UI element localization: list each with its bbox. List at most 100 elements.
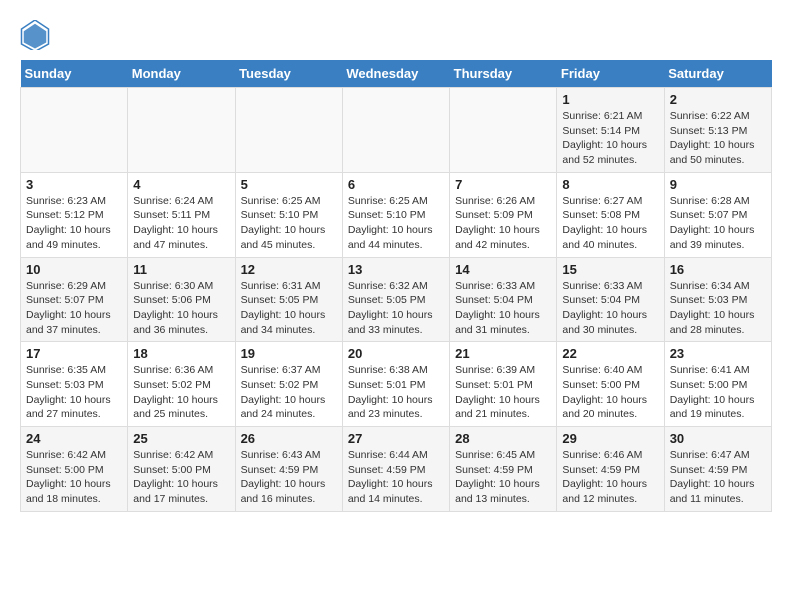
- calendar-cell: 17 Sunrise: 6:35 AMSunset: 5:03 PMDayligh…: [21, 342, 128, 427]
- day-detail: Sunrise: 6:31 AMSunset: 5:05 PMDaylight:…: [241, 279, 337, 338]
- day-detail: Sunrise: 6:35 AMSunset: 5:03 PMDaylight:…: [26, 363, 122, 422]
- weekday-header-sunday: Sunday: [21, 60, 128, 88]
- calendar-cell: 1 Sunrise: 6:21 AMSunset: 5:14 PMDaylight…: [557, 88, 664, 173]
- weekday-header-wednesday: Wednesday: [342, 60, 449, 88]
- weekday-header-friday: Friday: [557, 60, 664, 88]
- day-number: 5: [241, 177, 337, 192]
- calendar-cell: 6Sunrise: 6:25 AMSunset: 5:10 PMDaylight…: [342, 172, 449, 257]
- day-number: 7: [455, 177, 551, 192]
- day-detail: Sunrise: 6:23 AMSunset: 5:12 PMDaylight:…: [26, 194, 122, 253]
- weekday-header-tuesday: Tuesday: [235, 60, 342, 88]
- day-number: 24: [26, 431, 122, 446]
- calendar-cell: 26 Sunrise: 6:43 AMSunset: 4:59 PMDayligh…: [235, 427, 342, 512]
- day-number: 26: [241, 431, 337, 446]
- calendar-cell: 9 Sunrise: 6:28 AMSunset: 5:07 PMDaylight…: [664, 172, 771, 257]
- day-number: 15: [562, 262, 658, 277]
- day-detail: Sunrise: 6:21 AMSunset: 5:14 PMDaylight:…: [562, 109, 658, 168]
- day-number: 11: [133, 262, 229, 277]
- calendar-cell: 13 Sunrise: 6:32 AMSunset: 5:05 PMDayligh…: [342, 257, 449, 342]
- day-number: 20: [348, 346, 444, 361]
- calendar-cell: 4 Sunrise: 6:24 AMSunset: 5:11 PMDaylight…: [128, 172, 235, 257]
- day-number: 6: [348, 177, 444, 192]
- day-detail: Sunrise: 6:40 AMSunset: 5:00 PMDaylight:…: [562, 363, 658, 422]
- weekday-header-row: SundayMondayTuesdayWednesdayThursdayFrid…: [21, 60, 772, 88]
- calendar-cell: 21Sunrise: 6:39 AMSunset: 5:01 PMDayligh…: [450, 342, 557, 427]
- day-number: 9: [670, 177, 766, 192]
- weekday-header-saturday: Saturday: [664, 60, 771, 88]
- day-number: 1: [562, 92, 658, 107]
- day-number: 16: [670, 262, 766, 277]
- calendar-cell: 30Sunrise: 6:47 AMSunset: 4:59 PMDayligh…: [664, 427, 771, 512]
- day-detail: Sunrise: 6:33 AMSunset: 5:04 PMDaylight:…: [562, 279, 658, 338]
- logo: [20, 20, 54, 50]
- calendar-cell: 25Sunrise: 6:42 AMSunset: 5:00 PMDayligh…: [128, 427, 235, 512]
- calendar-cell: 20Sunrise: 6:38 AMSunset: 5:01 PMDayligh…: [342, 342, 449, 427]
- calendar-week-2: 3 Sunrise: 6:23 AMSunset: 5:12 PMDaylight…: [21, 172, 772, 257]
- calendar-body: 1 Sunrise: 6:21 AMSunset: 5:14 PMDaylight…: [21, 88, 772, 512]
- day-detail: Sunrise: 6:39 AMSunset: 5:01 PMDaylight:…: [455, 363, 551, 422]
- calendar-cell: 2Sunrise: 6:22 AMSunset: 5:13 PMDaylight…: [664, 88, 771, 173]
- day-detail: Sunrise: 6:34 AMSunset: 5:03 PMDaylight:…: [670, 279, 766, 338]
- day-detail: Sunrise: 6:37 AMSunset: 5:02 PMDaylight:…: [241, 363, 337, 422]
- day-number: 12: [241, 262, 337, 277]
- day-number: 2: [670, 92, 766, 107]
- calendar-cell: 18Sunrise: 6:36 AMSunset: 5:02 PMDayligh…: [128, 342, 235, 427]
- calendar-cell: 5 Sunrise: 6:25 AMSunset: 5:10 PMDaylight…: [235, 172, 342, 257]
- day-detail: Sunrise: 6:25 AMSunset: 5:10 PMDaylight:…: [241, 194, 337, 253]
- calendar-cell: [450, 88, 557, 173]
- day-detail: Sunrise: 6:26 AMSunset: 5:09 PMDaylight:…: [455, 194, 551, 253]
- calendar-cell: 19Sunrise: 6:37 AMSunset: 5:02 PMDayligh…: [235, 342, 342, 427]
- calendar-cell: 16 Sunrise: 6:34 AMSunset: 5:03 PMDayligh…: [664, 257, 771, 342]
- calendar-week-3: 10 Sunrise: 6:29 AMSunset: 5:07 PMDayligh…: [21, 257, 772, 342]
- day-number: 14: [455, 262, 551, 277]
- day-detail: Sunrise: 6:42 AMSunset: 5:00 PMDaylight:…: [26, 448, 122, 507]
- day-number: 4: [133, 177, 229, 192]
- day-number: 29: [562, 431, 658, 446]
- day-number: 10: [26, 262, 122, 277]
- calendar-cell: 7 Sunrise: 6:26 AMSunset: 5:09 PMDaylight…: [450, 172, 557, 257]
- day-detail: Sunrise: 6:28 AMSunset: 5:07 PMDaylight:…: [670, 194, 766, 253]
- day-number: 22: [562, 346, 658, 361]
- day-detail: Sunrise: 6:41 AMSunset: 5:00 PMDaylight:…: [670, 363, 766, 422]
- day-number: 28: [455, 431, 551, 446]
- calendar-cell: 22 Sunrise: 6:40 AMSunset: 5:00 PMDayligh…: [557, 342, 664, 427]
- calendar-cell: [21, 88, 128, 173]
- day-detail: Sunrise: 6:32 AMSunset: 5:05 PMDaylight:…: [348, 279, 444, 338]
- day-detail: Sunrise: 6:36 AMSunset: 5:02 PMDaylight:…: [133, 363, 229, 422]
- day-number: 30: [670, 431, 766, 446]
- day-detail: Sunrise: 6:46 AMSunset: 4:59 PMDaylight:…: [562, 448, 658, 507]
- calendar-header: SundayMondayTuesdayWednesdayThursdayFrid…: [21, 60, 772, 88]
- calendar-week-4: 17 Sunrise: 6:35 AMSunset: 5:03 PMDayligh…: [21, 342, 772, 427]
- page-header: [20, 20, 772, 50]
- weekday-header-thursday: Thursday: [450, 60, 557, 88]
- calendar-table: SundayMondayTuesdayWednesdayThursdayFrid…: [20, 60, 772, 512]
- day-detail: Sunrise: 6:44 AMSunset: 4:59 PMDaylight:…: [348, 448, 444, 507]
- day-detail: Sunrise: 6:24 AMSunset: 5:11 PMDaylight:…: [133, 194, 229, 253]
- calendar-cell: 24 Sunrise: 6:42 AMSunset: 5:00 PMDayligh…: [21, 427, 128, 512]
- day-detail: Sunrise: 6:33 AMSunset: 5:04 PMDaylight:…: [455, 279, 551, 338]
- calendar-cell: 10 Sunrise: 6:29 AMSunset: 5:07 PMDayligh…: [21, 257, 128, 342]
- day-detail: Sunrise: 6:29 AMSunset: 5:07 PMDaylight:…: [26, 279, 122, 338]
- day-detail: Sunrise: 6:30 AMSunset: 5:06 PMDaylight:…: [133, 279, 229, 338]
- day-number: 25: [133, 431, 229, 446]
- day-number: 3: [26, 177, 122, 192]
- day-detail: Sunrise: 6:45 AMSunset: 4:59 PMDaylight:…: [455, 448, 551, 507]
- day-number: 13: [348, 262, 444, 277]
- day-number: 27: [348, 431, 444, 446]
- calendar-cell: [235, 88, 342, 173]
- day-number: 17: [26, 346, 122, 361]
- calendar-cell: 8 Sunrise: 6:27 AMSunset: 5:08 PMDaylight…: [557, 172, 664, 257]
- calendar-cell: 23Sunrise: 6:41 AMSunset: 5:00 PMDayligh…: [664, 342, 771, 427]
- day-detail: Sunrise: 6:43 AMSunset: 4:59 PMDaylight:…: [241, 448, 337, 507]
- calendar-cell: 29 Sunrise: 6:46 AMSunset: 4:59 PMDayligh…: [557, 427, 664, 512]
- day-number: 8: [562, 177, 658, 192]
- calendar-week-5: 24 Sunrise: 6:42 AMSunset: 5:00 PMDayligh…: [21, 427, 772, 512]
- calendar-cell: 28 Sunrise: 6:45 AMSunset: 4:59 PMDayligh…: [450, 427, 557, 512]
- calendar-week-1: 1 Sunrise: 6:21 AMSunset: 5:14 PMDaylight…: [21, 88, 772, 173]
- calendar-cell: [128, 88, 235, 173]
- day-detail: Sunrise: 6:27 AMSunset: 5:08 PMDaylight:…: [562, 194, 658, 253]
- calendar-cell: 12 Sunrise: 6:31 AMSunset: 5:05 PMDayligh…: [235, 257, 342, 342]
- logo-icon: [20, 20, 50, 50]
- calendar-cell: [342, 88, 449, 173]
- calendar-cell: 27 Sunrise: 6:44 AMSunset: 4:59 PMDayligh…: [342, 427, 449, 512]
